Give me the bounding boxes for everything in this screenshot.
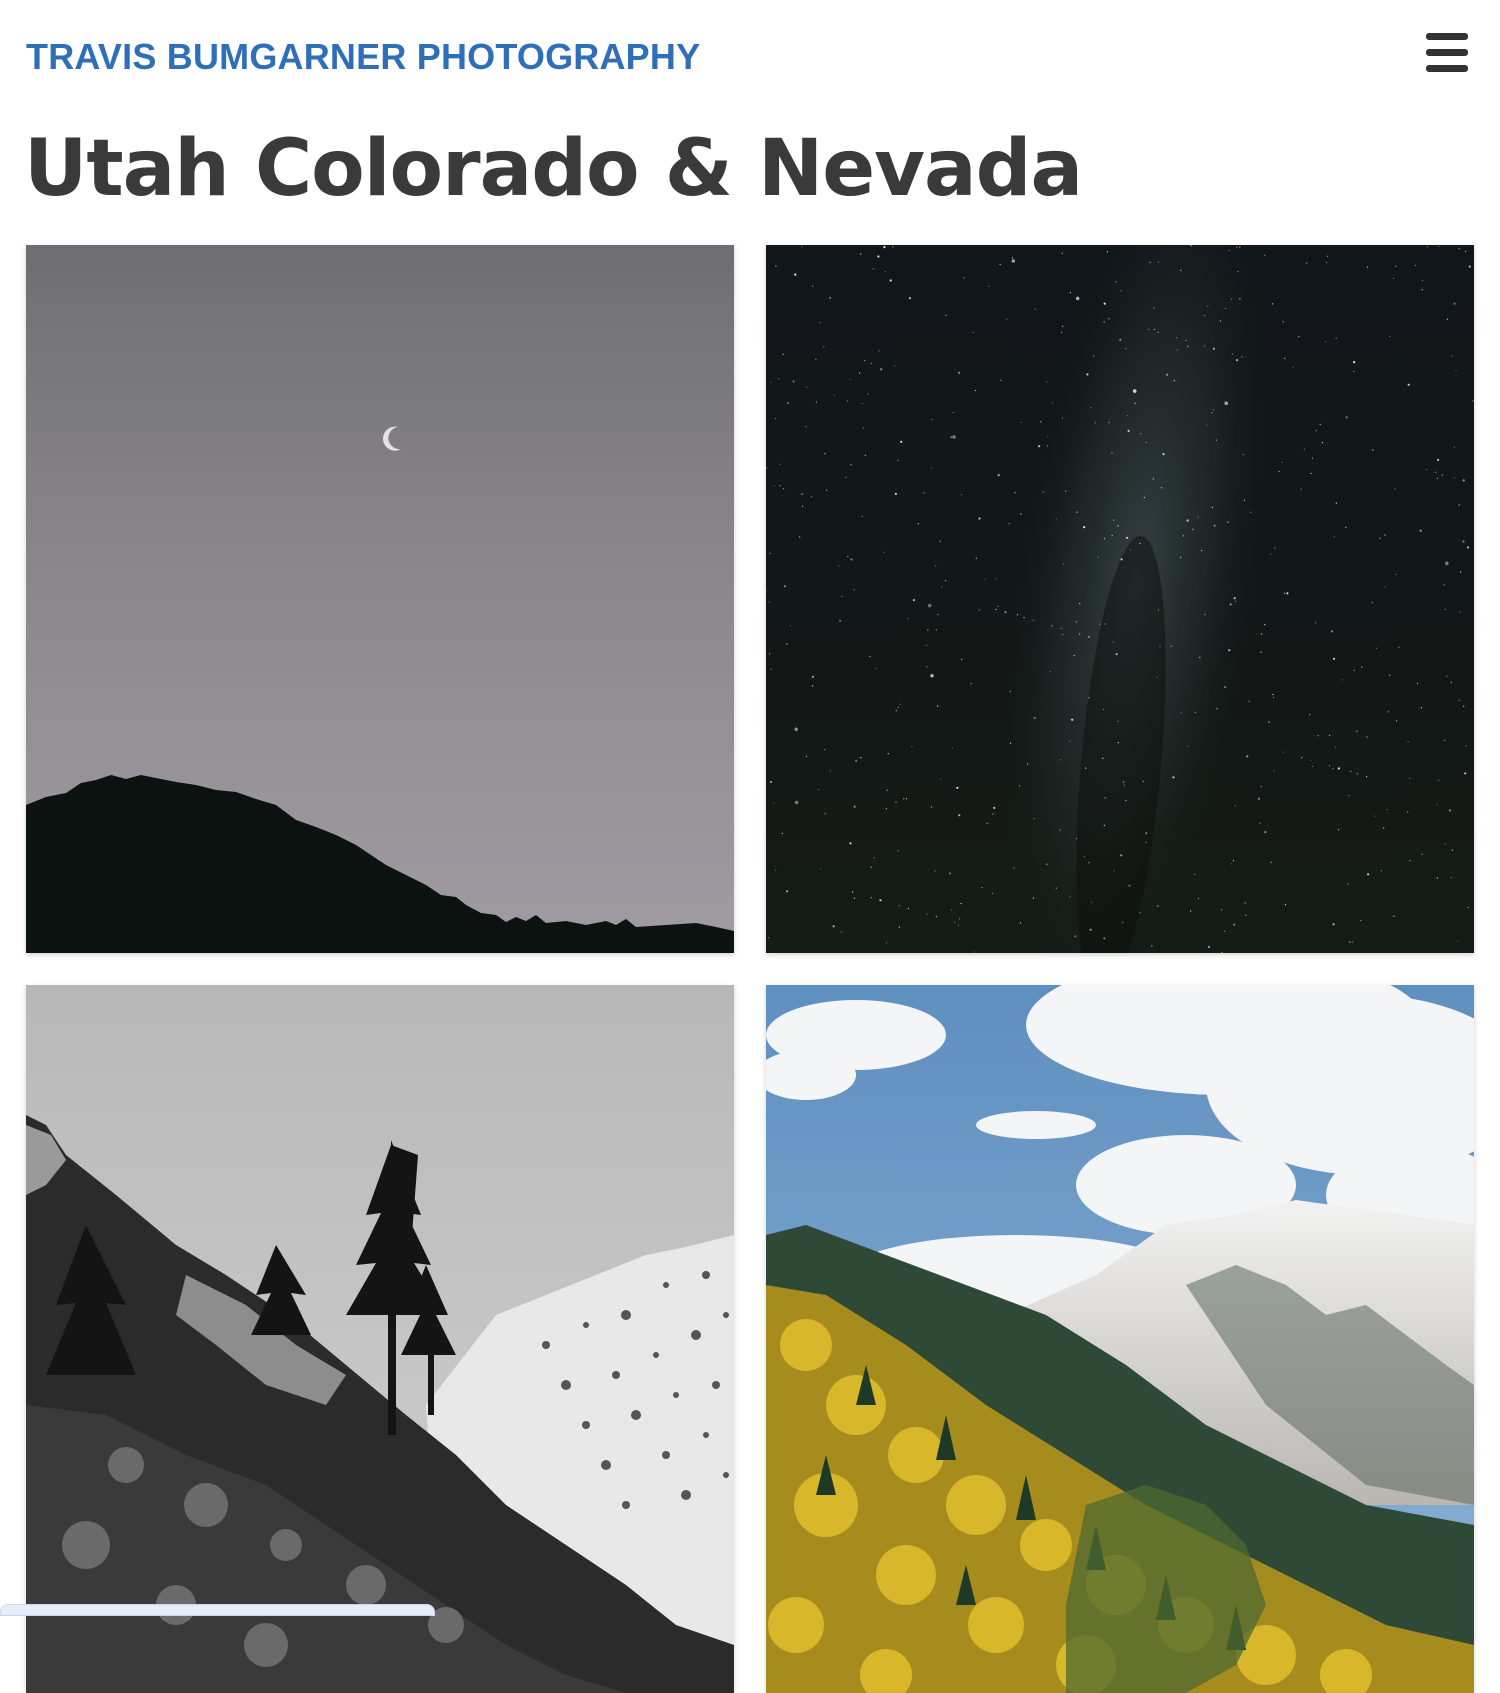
photo-milky-way-image	[766, 245, 1474, 953]
page-title: Utah Colorado & Nevada	[24, 124, 1083, 214]
gallery-photo-autumn-mountains[interactable]	[766, 985, 1474, 1693]
bottom-panel-tab[interactable]	[0, 1604, 435, 1616]
photo-moon-hill-image	[26, 245, 734, 953]
hamburger-menu-button[interactable]	[1424, 31, 1470, 75]
photo-pine-slope-image	[26, 985, 734, 1693]
site-header: TRAVIS BUMGARNER PHOTOGRAPHY	[0, 0, 1500, 118]
photo-autumn-mountains-image	[766, 985, 1474, 1693]
hamburger-icon-bar	[1426, 33, 1468, 40]
site-title-link[interactable]: TRAVIS BUMGARNER PHOTOGRAPHY	[26, 36, 700, 78]
gallery-photo-moon-hill[interactable]	[26, 245, 734, 953]
gallery-photo-milky-way[interactable]	[766, 245, 1474, 953]
hamburger-icon-bar	[1426, 65, 1468, 72]
gallery-photo-pine-slope[interactable]	[26, 985, 734, 1693]
hamburger-icon-bar	[1426, 49, 1468, 56]
